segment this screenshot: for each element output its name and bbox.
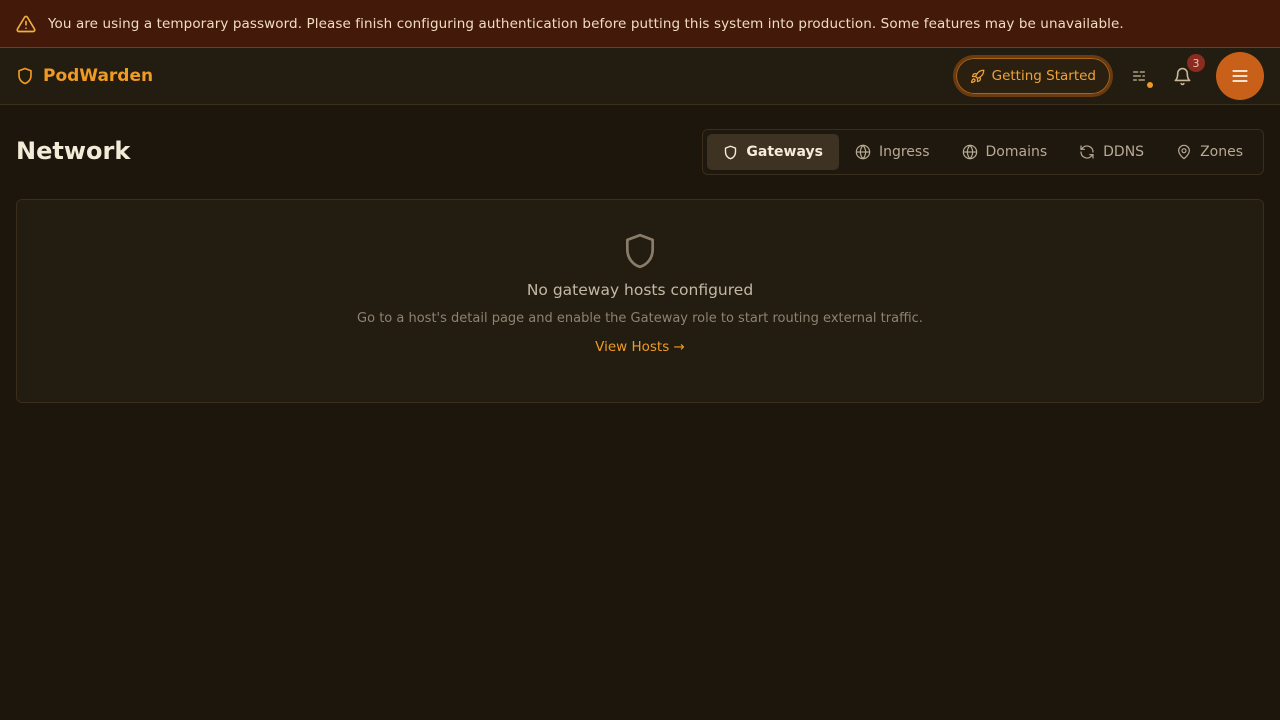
tab-domains[interactable]: Domains [946,134,1064,170]
warning-banner: You are using a temporary password. Plea… [0,0,1280,48]
tab-label: DDNS [1103,144,1145,160]
getting-started-button[interactable]: Getting Started [952,55,1113,97]
rocket-icon [970,69,984,83]
shield-icon [18,67,32,85]
tab-label: Domains [985,144,1048,160]
notifications-button[interactable]: 3 [1164,54,1205,94]
tab-label: Ingress [878,144,930,160]
brand-name: PodWarden [43,66,154,86]
hamburger-menu-icon [1232,70,1248,82]
tab-zones[interactable]: Zones [1160,134,1259,170]
main-menu-button[interactable] [1216,52,1264,100]
empty-state-card: No gateway hosts configured Go to a host… [16,199,1264,403]
empty-state-description: Go to a host's detail page and enable th… [357,311,923,326]
shield-icon [625,233,655,269]
tab-label: Zones [1200,144,1243,160]
globe-icon [962,144,977,160]
notification-count-badge: 3 [1187,54,1205,72]
refresh-icon [1080,145,1094,159]
tools-button[interactable] [1121,58,1157,94]
brand-logo-link[interactable]: PodWarden [16,66,153,86]
status-dot [1147,82,1153,88]
warning-triangle-icon [16,14,36,34]
tab-gateways[interactable]: Gateways [707,134,839,170]
tab-ingress[interactable]: Ingress [839,134,946,170]
network-tabs: Gateways Ingress Domains DDNS Zones [702,129,1264,175]
sliders-icon [1133,71,1145,81]
top-header: PodWarden Getting Started 3 [0,48,1280,105]
tab-label: Gateways [746,144,823,160]
getting-started-label: Getting Started [991,68,1096,84]
globe-icon [855,144,871,160]
warning-banner-text: You are using a temporary password. Plea… [48,15,1124,32]
empty-state-title: No gateway hosts configured [526,281,754,299]
shield-icon [725,145,737,159]
view-hosts-link[interactable]: View Hosts → [595,339,685,355]
tab-ddns[interactable]: DDNS [1063,134,1160,170]
page-title: Network [16,137,131,165]
map-pin-icon [1178,144,1190,160]
